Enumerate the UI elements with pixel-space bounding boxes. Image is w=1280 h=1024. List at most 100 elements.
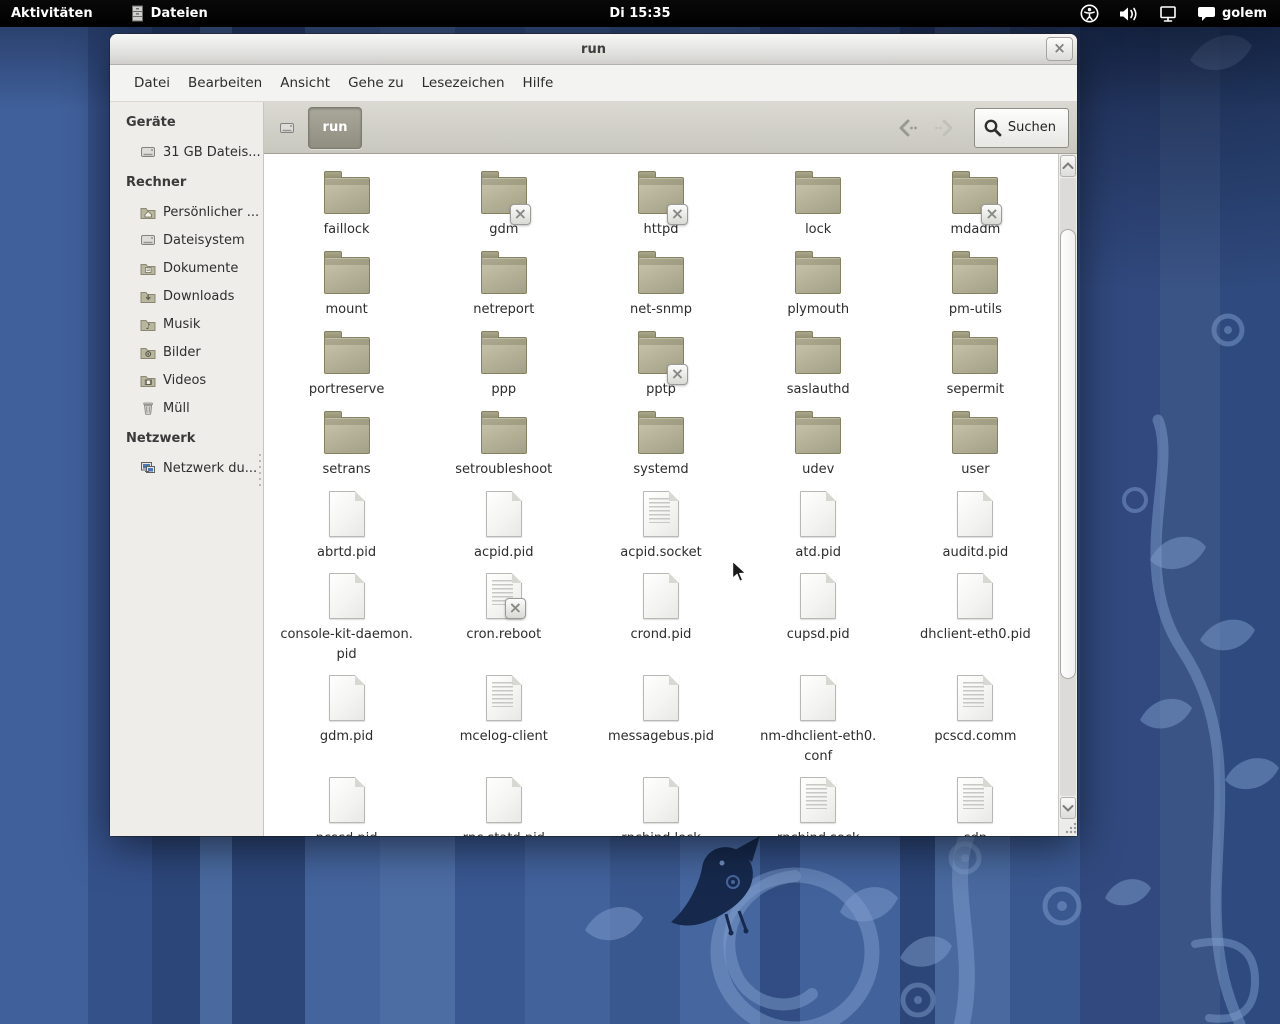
folder-icon bbox=[637, 171, 688, 225]
activities-button[interactable]: Aktivitäten bbox=[0, 6, 107, 21]
file-item[interactable]: auditd.pid bbox=[897, 490, 1054, 572]
menu-item-3[interactable]: Gehe zu bbox=[339, 65, 413, 101]
menu-item-0[interactable]: Datei bbox=[125, 65, 179, 101]
scroll-up-button[interactable] bbox=[1060, 155, 1076, 177]
breadcrumb-root-button[interactable] bbox=[274, 115, 300, 141]
file-icon bbox=[957, 573, 994, 619]
file-item[interactable]: abrtd.pid bbox=[268, 490, 425, 572]
sidebar-item[interactable]: 31 GB Dateis... bbox=[110, 138, 263, 166]
file-item[interactable]: cron.reboot bbox=[425, 572, 582, 674]
scrollbar-thumb[interactable] bbox=[1060, 229, 1076, 679]
search-button[interactable]: Suchen bbox=[973, 107, 1069, 148]
back-button[interactable] bbox=[892, 113, 922, 143]
sidebar-item[interactable]: Downloads bbox=[110, 282, 263, 310]
resize-grip[interactable] bbox=[1059, 820, 1077, 836]
folder-icon bbox=[795, 411, 842, 454]
file-item[interactable]: gdm.pid bbox=[268, 674, 425, 776]
file-item[interactable]: setroubleshoot bbox=[425, 410, 582, 490]
file-label: sdp bbox=[964, 829, 987, 836]
file-item[interactable]: pptp bbox=[582, 330, 739, 410]
file-item[interactable]: rpcbind.lock bbox=[582, 776, 739, 836]
file-item[interactable]: dhclient-eth0.pid bbox=[897, 572, 1054, 674]
file-item[interactable]: portreserve bbox=[268, 330, 425, 410]
menu-item-1[interactable]: Bearbeiten bbox=[179, 65, 271, 101]
user-menu[interactable]: golem bbox=[1197, 5, 1267, 22]
sidebar-item[interactable]: Netzwerk du... bbox=[110, 454, 263, 482]
menu-item-5[interactable]: Hilfe bbox=[514, 65, 563, 101]
file-item[interactable]: gdm bbox=[425, 170, 582, 250]
file-item[interactable]: user bbox=[897, 410, 1054, 490]
sidebar-section-header-1: Rechner bbox=[126, 175, 187, 190]
file-item[interactable]: atd.pid bbox=[740, 490, 897, 572]
file-item[interactable]: crond.pid bbox=[582, 572, 739, 674]
scrollbar-track[interactable] bbox=[1060, 178, 1076, 796]
folder-icon bbox=[480, 411, 527, 454]
folder-icon bbox=[323, 171, 370, 214]
file-item[interactable]: pm-utils bbox=[897, 250, 1054, 330]
sidebar-item[interactable]: Persönlicher ... bbox=[110, 198, 263, 226]
file-item[interactable]: pcscd.comm bbox=[897, 674, 1054, 776]
file-item[interactable]: console-kit-daemon. pid bbox=[268, 572, 425, 674]
file-item[interactable]: httpd bbox=[582, 170, 739, 250]
file-item[interactable]: nm-dhclient-eth0. conf bbox=[740, 674, 897, 776]
focused-app-menu[interactable]: Dateien bbox=[129, 5, 208, 22]
folder-icon bbox=[323, 251, 370, 294]
no-read-emblem-icon bbox=[509, 204, 531, 225]
menu-item-4[interactable]: Lesezeichen bbox=[413, 65, 514, 101]
scroll-down-button[interactable] bbox=[1060, 797, 1076, 819]
sidebar-item[interactable]: Müll bbox=[110, 394, 263, 422]
file-item[interactable]: net-snmp bbox=[582, 250, 739, 330]
file-label: atd.pid bbox=[795, 545, 841, 560]
sidebar-item-label: Dokumente bbox=[163, 260, 239, 276]
sidebar-item[interactable]: Dokumente bbox=[110, 254, 263, 282]
file-item[interactable]: mdadm bbox=[897, 170, 1054, 250]
file-item[interactable]: mount bbox=[268, 250, 425, 330]
sidebar-splitter-handle[interactable] bbox=[258, 454, 262, 486]
folder-icon bbox=[480, 171, 531, 225]
home-icon bbox=[140, 204, 156, 220]
file-item[interactable]: cupsd.pid bbox=[740, 572, 897, 674]
menu-item-2[interactable]: Ansicht bbox=[271, 65, 339, 101]
scrollbar[interactable] bbox=[1058, 154, 1077, 836]
file-item[interactable]: acpid.socket bbox=[582, 490, 739, 572]
display-icon[interactable] bbox=[1158, 5, 1178, 23]
drive-icon bbox=[280, 122, 294, 133]
file-item[interactable]: faillock bbox=[268, 170, 425, 250]
file-item[interactable]: mcelog-client bbox=[425, 674, 582, 776]
file-item[interactable]: udev bbox=[740, 410, 897, 490]
drive-icon bbox=[140, 232, 156, 248]
file-item[interactable]: rpc.statd.pid bbox=[425, 776, 582, 836]
folder-icon bbox=[795, 251, 842, 294]
file-item[interactable]: rpcbind.sock bbox=[740, 776, 897, 836]
breadcrumb-current-folder[interactable]: run bbox=[308, 106, 362, 149]
volume-icon[interactable] bbox=[1118, 5, 1139, 23]
file-item[interactable]: saslauthd bbox=[740, 330, 897, 410]
file-item[interactable]: messagebus.pid bbox=[582, 674, 739, 776]
sidebar-item[interactable]: Videos bbox=[110, 366, 263, 394]
close-button[interactable]: × bbox=[1046, 37, 1073, 61]
sidebar-item[interactable]: Dateisystem bbox=[110, 226, 263, 254]
file-item[interactable]: plymouth bbox=[740, 250, 897, 330]
accessibility-icon[interactable] bbox=[1080, 4, 1099, 23]
file-icon bbox=[800, 675, 837, 721]
file-item[interactable]: ppp bbox=[425, 330, 582, 410]
forward-button[interactable] bbox=[930, 113, 960, 143]
file-item[interactable]: acpid.pid bbox=[425, 490, 582, 572]
file-item[interactable]: setrans bbox=[268, 410, 425, 490]
sidebar-item[interactable]: Bilder bbox=[110, 338, 263, 366]
file-icon bbox=[485, 491, 522, 537]
titlebar[interactable]: run × bbox=[110, 34, 1077, 65]
folder-icon bbox=[323, 411, 370, 454]
top-bar: Aktivitäten Dateien Di 15:35 golem bbox=[0, 0, 1280, 27]
sidebar-item-label: 31 GB Dateis... bbox=[163, 144, 261, 160]
file-item[interactable]: systemd bbox=[582, 410, 739, 490]
chat-icon bbox=[1197, 7, 1215, 21]
folder-icon bbox=[637, 251, 684, 294]
sidebar-item-label: Müll bbox=[163, 400, 190, 416]
file-item[interactable]: lock bbox=[740, 170, 897, 250]
file-item[interactable]: sdp bbox=[897, 776, 1054, 836]
sidebar-item[interactable]: ♪ Musik bbox=[110, 310, 263, 338]
file-item[interactable]: netreport bbox=[425, 250, 582, 330]
file-item[interactable]: pcscd.pid bbox=[268, 776, 425, 836]
file-item[interactable]: sepermit bbox=[897, 330, 1054, 410]
